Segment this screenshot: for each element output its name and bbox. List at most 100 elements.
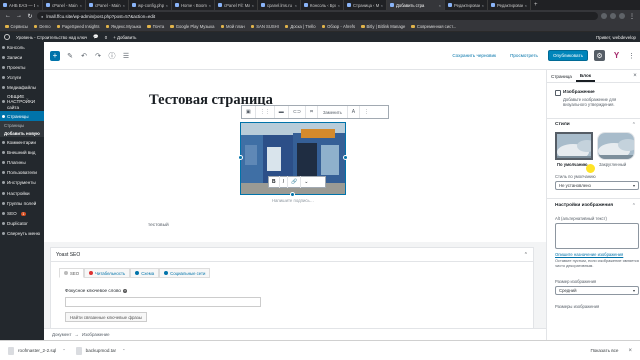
new-tab-button[interactable]: + [531,0,541,10]
download-item[interactable]: backupmod.tar ⌃ [75,346,125,355]
extension-icon[interactable] [610,13,616,19]
wordpress-logo-icon[interactable] [4,34,10,40]
sidebar-item-projects[interactable]: Проекты [0,62,44,72]
save-draft-button[interactable]: Сохранить черновик [448,53,500,58]
back-icon[interactable]: ← [4,12,12,20]
add-block-button[interactable]: + [50,50,60,61]
close-icon[interactable]: × [381,3,383,8]
close-icon[interactable]: × [439,3,441,8]
sidebar-item-plugins[interactable]: Плагины [0,158,44,168]
bookmark[interactable]: Мой план [220,24,245,29]
tab-social[interactable]: Социальные сети [159,268,211,278]
account-greeting[interactable]: Привет, webdevelop [596,35,636,40]
sidebar-item-settings[interactable]: Настройки [0,188,44,198]
image-caption-placeholder[interactable]: Напишите подпись… [241,198,345,203]
chevron-up-icon[interactable]: ⌃ [524,252,528,258]
more-options-icon[interactable]: ⋮ [628,52,635,60]
browser-tab[interactable]: cPanel Fil: Ma × [215,0,258,10]
close-icon[interactable]: × [482,3,484,8]
settings-gear-icon[interactable]: ⚙ [594,50,605,61]
forward-icon[interactable]: → [15,12,23,20]
sidebar-item-posts[interactable]: Записи [0,52,44,62]
image-size-select[interactable]: Средний ▾ [555,286,639,295]
resize-handle[interactable] [290,192,295,197]
close-icon[interactable]: × [123,3,125,8]
help-icon[interactable]: ? [122,289,127,293]
browser-tab[interactable]: cPanel - Main × [43,0,86,10]
url-field[interactable]: ● lmall.ffcu.site/wp-admin/post.php?post… [37,12,598,20]
link-button[interactable]: 🔗 [288,176,302,188]
browser-tab-active[interactable]: Добавить стра × [387,0,445,10]
profile-icon[interactable] [619,13,625,19]
resize-handle[interactable] [238,155,243,160]
replace-button[interactable]: Заменить [318,106,348,118]
bookmark[interactable]: Bitly | Bitlink Manage [361,24,405,29]
site-name-link[interactable]: Уровень - Строительство над ключ [16,35,87,40]
bookmark[interactable]: Яндекс.Музыка [105,24,141,29]
bookmark[interactable]: Google Play Музыка [170,24,215,29]
download-item[interactable]: roofmaster_2-2.sql ⌃ [8,346,66,355]
sidebar-item-collapse[interactable]: Свернуть меню [0,229,44,239]
publish-button[interactable]: Опубликовать [547,50,588,61]
related-keyphrases-button[interactable]: Найти связанные ключевые фразы [65,312,147,322]
bookmark[interactable]: PageSpeed Insights [56,24,100,29]
style-option-default[interactable] [555,132,593,160]
align-icon[interactable]: ▬ [275,106,289,118]
link-icon[interactable]: ⊂⊃ [289,106,307,118]
bold-button[interactable]: B [269,176,280,188]
bookmark[interactable]: Почта [147,24,164,29]
styles-panel-title[interactable]: Стили [555,122,570,127]
tab-document[interactable]: Страница [547,70,576,82]
drag-handle-icon[interactable]: ⋮⋮ [256,106,275,118]
chevron-up-icon[interactable]: ⌃ [62,348,65,353]
close-icon[interactable]: × [166,3,168,8]
breadcrumb-document[interactable]: Документ [52,332,71,337]
resize-handle[interactable] [343,155,348,160]
new-content-link[interactable]: + Добавить [113,35,136,40]
chevron-up-icon[interactable]: ⌃ [632,203,636,209]
sidebar-item-media[interactable]: Медиафайлы [0,83,44,93]
italic-button[interactable]: I [280,176,289,188]
paragraph-block[interactable]: тестовый [148,223,169,228]
block-type-icon[interactable]: ▣ [242,106,256,118]
chevron-up-icon[interactable]: ⌃ [632,122,636,128]
sidebar-item-pages[interactable]: Страницы [0,110,44,122]
close-icon[interactable]: × [525,3,527,8]
sidebar-item-comments[interactable]: Комментарии [0,137,44,147]
show-all-downloads-link[interactable]: Показать все [590,348,618,353]
alt-text-input[interactable] [555,223,639,249]
extension-icon[interactable] [601,13,607,19]
preview-button[interactable]: Просмотреть [506,53,542,58]
tab-block[interactable]: Блок [575,70,596,82]
info-icon[interactable]: ⓘ [108,52,116,60]
close-icon[interactable]: × [252,3,254,8]
close-icon[interactable]: × [295,3,297,8]
browser-tab[interactable]: Редактирован × [445,0,488,10]
crop-icon[interactable]: ⌗ [306,106,318,118]
close-icon[interactable]: × [338,3,340,8]
browser-tab[interactable]: cpanel.lms.ru × [258,0,301,10]
sidebar-item-field-groups[interactable]: Группы полей [0,198,44,208]
more-formatting-button[interactable]: ⌄ [301,176,311,188]
bookmark[interactable]: SAN SUSHI [250,24,279,29]
bookmark[interactable]: Сервисы [5,24,28,29]
close-icon[interactable]: × [80,3,82,8]
alt-text-help-link[interactable]: Опишите назначение изображения [555,252,623,257]
redo-icon[interactable]: ↷ [94,52,102,60]
browser-tab[interactable]: wp-config.php × [129,0,172,10]
tab-seo[interactable]: SEO [59,268,85,278]
browser-tab[interactable]: Консоль ‹ Бро × [301,0,344,10]
block-navigation-icon[interactable]: ☰ [122,52,130,60]
comments-icon[interactable]: 💬 [93,34,98,40]
style-option-rounded[interactable] [597,132,635,160]
sidebar-item-general-settings[interactable]: ОБЩИЕ НАСТРОЙКИ сайта [0,93,44,111]
browser-menu-icon[interactable]: ⋮ [628,12,636,20]
close-icon[interactable]: × [209,3,211,8]
browser-tab[interactable]: cPanel - Main × [86,0,129,10]
undo-icon[interactable]: ↶ [80,52,88,60]
close-icon[interactable]: × [37,3,39,8]
focus-keyphrase-input[interactable] [65,297,261,307]
yoast-panel-header[interactable]: Yoast SEO ⌃ [51,248,533,262]
sidebar-item-dashboard[interactable]: Консоль [0,42,44,52]
default-style-select[interactable]: Не установлено ▾ [555,181,639,190]
